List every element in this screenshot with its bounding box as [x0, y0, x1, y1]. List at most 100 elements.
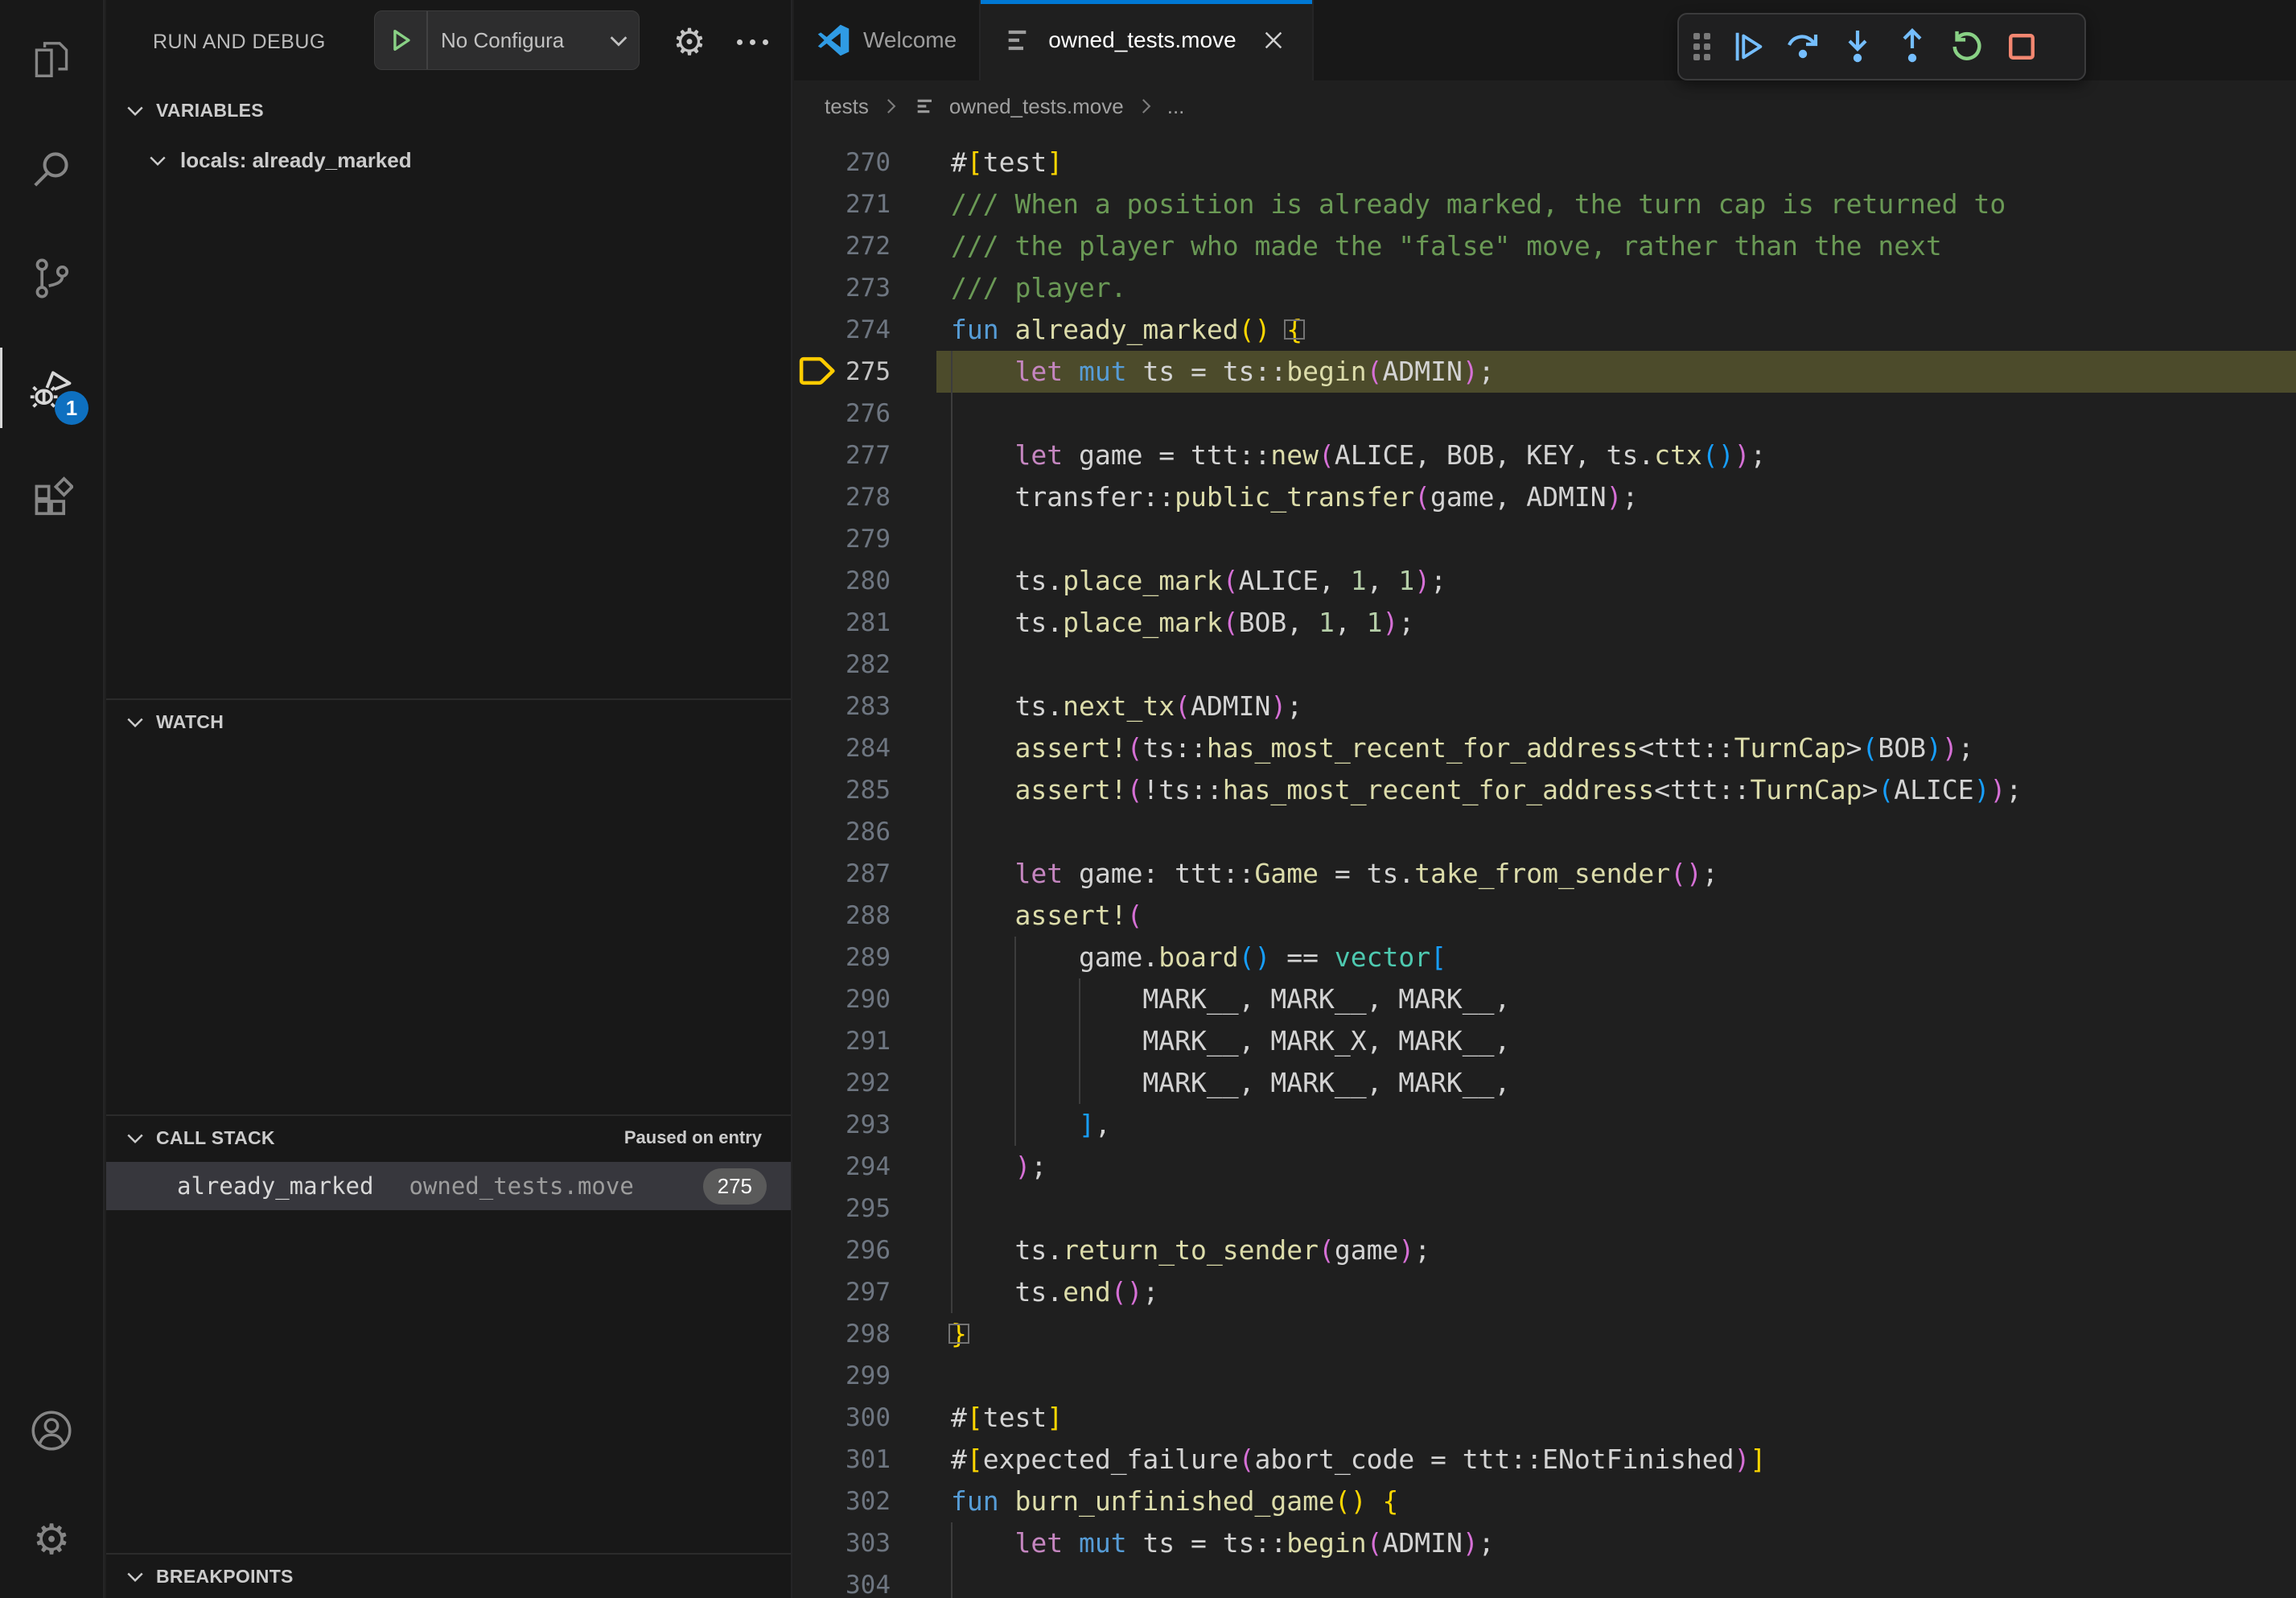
code-line[interactable]: 298}	[794, 1313, 2296, 1355]
code-line[interactable]: 302fun burn_unfinished_game() {	[794, 1481, 2296, 1522]
code-line[interactable]: 304	[794, 1564, 2296, 1598]
code-token: ts.	[951, 690, 1063, 722]
code-token	[951, 439, 1014, 471]
code-token: (	[1878, 774, 1894, 805]
code-token: (	[1367, 356, 1383, 387]
code-line[interactable]: 278 transfer::public_transfer(game, ADMI…	[794, 476, 2296, 518]
code-line[interactable]: 271/// When a position is already marked…	[794, 183, 2296, 225]
code-line[interactable]: 301#[expected_failure(abort_code = ttt::…	[794, 1439, 2296, 1481]
code-token: (	[1239, 314, 1255, 345]
breadcrumb-folder[interactable]: tests	[825, 94, 869, 119]
code-line[interactable]: 283 ts.next_tx(ADMIN);	[794, 686, 2296, 727]
stop-icon	[2004, 29, 2039, 64]
code-line[interactable]: 291 MARK__, MARK_X, MARK__,	[794, 1020, 2296, 1062]
code-token: ;	[1479, 356, 1495, 387]
debug-settings-button[interactable]: ⚙	[661, 0, 718, 84]
code-token	[951, 732, 1014, 764]
debug-configuration-dropdown[interactable]: No Configura	[374, 10, 640, 70]
code-line-current[interactable]: 275 let mut ts = ts::begin(ADMIN);	[794, 351, 2296, 393]
code-line[interactable]: 276	[794, 393, 2296, 435]
code-token: (	[1223, 607, 1239, 638]
code-line[interactable]: 273/// player.	[794, 267, 2296, 309]
code-line[interactable]: 288 assert!(	[794, 895, 2296, 937]
code-token: 1	[1367, 607, 1383, 638]
code-line[interactable]: 279	[794, 518, 2296, 560]
code-line[interactable]: 290 MARK__, MARK__, MARK__,	[794, 978, 2296, 1020]
section-divider	[106, 1553, 791, 1555]
code-line[interactable]: 286	[794, 811, 2296, 853]
tab-owned-tests-move[interactable]: owned_tests.move	[981, 0, 1313, 80]
account-button[interactable]	[0, 1376, 103, 1485]
code-token: ALICE,	[1239, 565, 1351, 596]
code-token	[999, 314, 1015, 345]
code-token: ;	[1031, 1151, 1047, 1182]
code-token: )	[1127, 1276, 1143, 1308]
line-number: 293	[794, 1104, 891, 1146]
code-line[interactable]: 281 ts.place_mark(BOB, 1, 1);	[794, 602, 2296, 644]
code-line[interactable]: 293 ],	[794, 1104, 2296, 1146]
watch-section-header[interactable]: WATCH	[106, 702, 791, 742]
breadcrumb-file[interactable]: owned_tests.move	[949, 94, 1124, 119]
stop-button[interactable]	[1997, 21, 2047, 72]
line-number: 292	[794, 1062, 891, 1104]
code-line[interactable]: 284 assert!(ts::has_most_recent_for_addr…	[794, 727, 2296, 769]
activity-bar: 1 ⚙	[0, 0, 105, 1598]
code-editor[interactable]: 270#[test]271/// When a position is alre…	[794, 132, 2296, 1598]
variables-scope-locals[interactable]: locals: already_marked	[106, 138, 791, 182]
code-line[interactable]: 297 ts.end();	[794, 1271, 2296, 1313]
code-text: #[test]	[951, 1402, 1063, 1433]
code-line[interactable]: 295	[794, 1188, 2296, 1229]
code-line[interactable]: 277 let game = ttt::new(ALICE, BOB, KEY,…	[794, 435, 2296, 476]
code-line[interactable]: 285 assert!(!ts::has_most_recent_for_add…	[794, 769, 2296, 811]
code-token: BOB,	[1239, 607, 1319, 638]
start-debugging-button[interactable]	[375, 11, 428, 69]
close-icon[interactable]	[1257, 24, 1290, 56]
code-token: ;	[1750, 439, 1766, 471]
explorer-icon	[30, 38, 73, 81]
code-token: test	[983, 1402, 1047, 1433]
call-stack-section-header[interactable]: CALL STACK Paused on entry	[106, 1118, 791, 1158]
sidebar-item-source-control[interactable]	[0, 224, 103, 333]
code-line[interactable]: 294 );	[794, 1146, 2296, 1188]
vscode-window: { "colors": { "editor_bg": "#1f1f1f", "s…	[0, 0, 2296, 1598]
code-line[interactable]: 282	[794, 644, 2296, 686]
variables-section-header[interactable]: VARIABLES	[106, 90, 791, 130]
code-token	[1063, 356, 1079, 387]
code-token: let	[1014, 439, 1063, 471]
code-token: ]	[1047, 146, 1063, 178]
code-token: = ts.	[1319, 858, 1414, 889]
sidebar-item-run-and-debug[interactable]: 1	[0, 333, 103, 443]
code-line[interactable]: 300#[test]	[794, 1397, 2296, 1439]
toolbar-drag-handle[interactable]	[1693, 33, 1710, 60]
tab-welcome[interactable]: Welcome	[794, 0, 981, 80]
restart-button[interactable]	[1942, 21, 1992, 72]
sidebar-item-search[interactable]	[0, 114, 103, 224]
code-line[interactable]: 299	[794, 1355, 2296, 1397]
code-line[interactable]: 303 let mut ts = ts::begin(ADMIN);	[794, 1522, 2296, 1564]
step-over-button[interactable]	[1778, 21, 1828, 72]
settings-button[interactable]: ⚙	[0, 1485, 103, 1595]
code-token: <ttt::	[1654, 774, 1750, 805]
code-line[interactable]: 289 game.board() == vector[	[794, 937, 2296, 978]
code-token: (	[1367, 1527, 1383, 1559]
views-more-actions-button[interactable]	[724, 0, 780, 84]
breadcrumb-symbol[interactable]: ...	[1167, 94, 1185, 119]
code-line[interactable]: 274fun already_marked() {	[794, 309, 2296, 351]
code-token: ;	[1286, 690, 1302, 722]
sidebar-item-explorer[interactable]	[0, 5, 103, 114]
code-token	[951, 1151, 1014, 1182]
step-out-button[interactable]	[1887, 21, 1937, 72]
continue-button[interactable]	[1723, 21, 1773, 72]
code-line[interactable]: 287 let game: ttt::Game = ts.take_from_s…	[794, 853, 2296, 895]
call-stack-frame-row[interactable]: already_marked owned_tests.move 275	[106, 1162, 791, 1210]
sidebar-item-extensions[interactable]	[0, 443, 103, 552]
code-token: ;	[1430, 565, 1446, 596]
code-line[interactable]: 296 ts.return_to_sender(game);	[794, 1229, 2296, 1271]
line-number: 287	[794, 853, 891, 895]
code-line[interactable]: 270#[test]	[794, 142, 2296, 183]
code-line[interactable]: 292 MARK__, MARK__, MARK__,	[794, 1062, 2296, 1104]
code-line[interactable]: 272/// the player who made the "false" m…	[794, 225, 2296, 267]
step-into-button[interactable]	[1833, 21, 1882, 72]
breakpoints-section-header[interactable]: BREAKPOINTS	[106, 1556, 791, 1596]
code-line[interactable]: 280 ts.place_mark(ALICE, 1, 1);	[794, 560, 2296, 602]
